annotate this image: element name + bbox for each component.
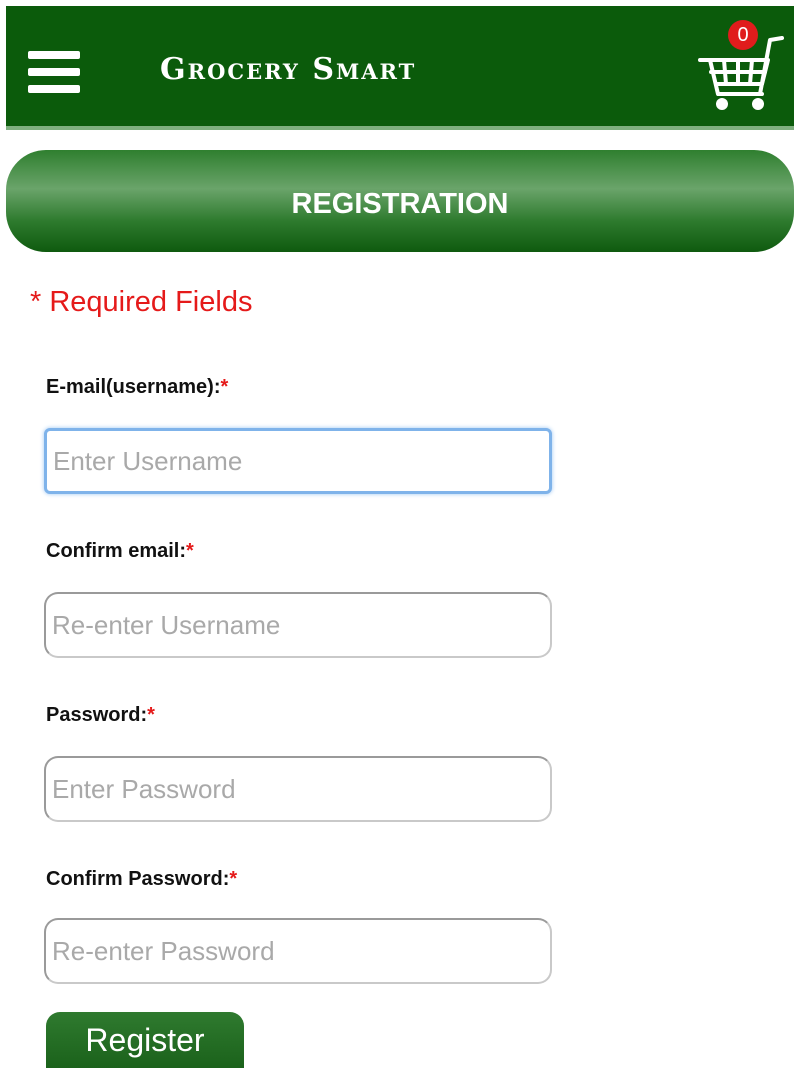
- email-input[interactable]: [44, 428, 552, 494]
- menu-line: [28, 51, 80, 59]
- password-label-text: Password:: [46, 704, 148, 726]
- page-title-bar: REGISTRATION: [6, 150, 794, 252]
- email-label-text: E-mail(username):: [46, 376, 221, 398]
- required-marker: *: [229, 868, 238, 890]
- required-marker: *: [220, 376, 229, 398]
- menu-line: [28, 68, 80, 76]
- confirm-email-label: Confirm email:*: [46, 540, 194, 563]
- password-input[interactable]: [44, 756, 552, 822]
- app-header: Grocery Smart 0: [6, 6, 794, 130]
- required-marker: *: [147, 704, 155, 726]
- confirm-password-label-text: Confirm Password:: [46, 868, 230, 890]
- cart-count-badge: 0: [728, 20, 758, 50]
- confirm-email-label-text: Confirm email:: [46, 540, 187, 562]
- confirm-password-label: Confirm Password:*: [46, 868, 237, 891]
- page-title: REGISTRATION: [291, 188, 509, 220]
- hamburger-menu-icon[interactable]: [28, 49, 82, 97]
- email-label: E-mail(username):*: [46, 376, 228, 399]
- menu-line: [28, 85, 80, 93]
- password-label: Password:*: [46, 704, 155, 727]
- cart-button[interactable]: 0: [696, 20, 786, 116]
- register-button[interactable]: Register: [46, 1012, 244, 1068]
- confirm-password-input[interactable]: [44, 918, 552, 984]
- brand-title[interactable]: Grocery Smart: [160, 52, 416, 87]
- required-fields-note: * Required Fields: [30, 286, 253, 318]
- required-marker: *: [186, 540, 194, 562]
- confirm-email-input[interactable]: [44, 592, 552, 658]
